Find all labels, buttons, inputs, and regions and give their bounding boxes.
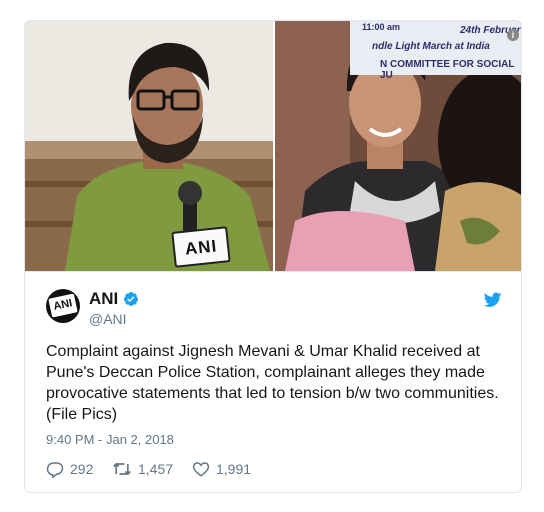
like-button[interactable]: 1,991 [192,459,251,479]
retweet-button[interactable]: 1,457 [112,459,173,479]
reply-button[interactable]: 292 [46,459,93,479]
tweet-text: Complaint against Jignesh Mevani & Umar … [46,343,499,423]
ani-logo: ANI [48,293,78,318]
info-icon[interactable]: i [507,29,519,41]
reply-icon [46,462,64,478]
avatar[interactable]: ANI [46,289,80,323]
reply-count: 292 [70,461,94,477]
tweet-card[interactable]: ANI 11:00 am 24th Februar ndle Light Mar… [24,20,522,493]
like-count: 1,991 [216,461,252,477]
mic-ani-label: ANI [171,226,231,268]
photo-left-image [25,21,273,271]
photo-right[interactable]: 11:00 am 24th Februar ndle Light March a… [275,21,521,271]
heart-icon [192,462,210,477]
twitter-bird-icon[interactable] [484,292,502,308]
author-name[interactable]: ANI [89,289,118,309]
retweet-icon [113,462,131,476]
banner-line-2: ndle Light March at India [372,41,490,52]
tweet-media[interactable]: ANI 11:00 am 24th Februar ndle Light Mar… [25,21,521,272]
photo-left[interactable]: ANI [25,21,273,271]
event-banner: 11:00 am 24th Februar ndle Light March a… [350,21,521,81]
author-handle[interactable]: @ANI [89,311,127,327]
banner-line-1: 11:00 am [362,22,401,32]
verified-badge-icon [123,292,138,306]
retweet-count: 1,457 [138,461,174,477]
banner-line-3: N COMMITTEE FOR SOCIAL JU [380,59,515,81]
tweet-timestamp[interactable]: 9:40 PM - Jan 2, 2018 [46,432,174,447]
